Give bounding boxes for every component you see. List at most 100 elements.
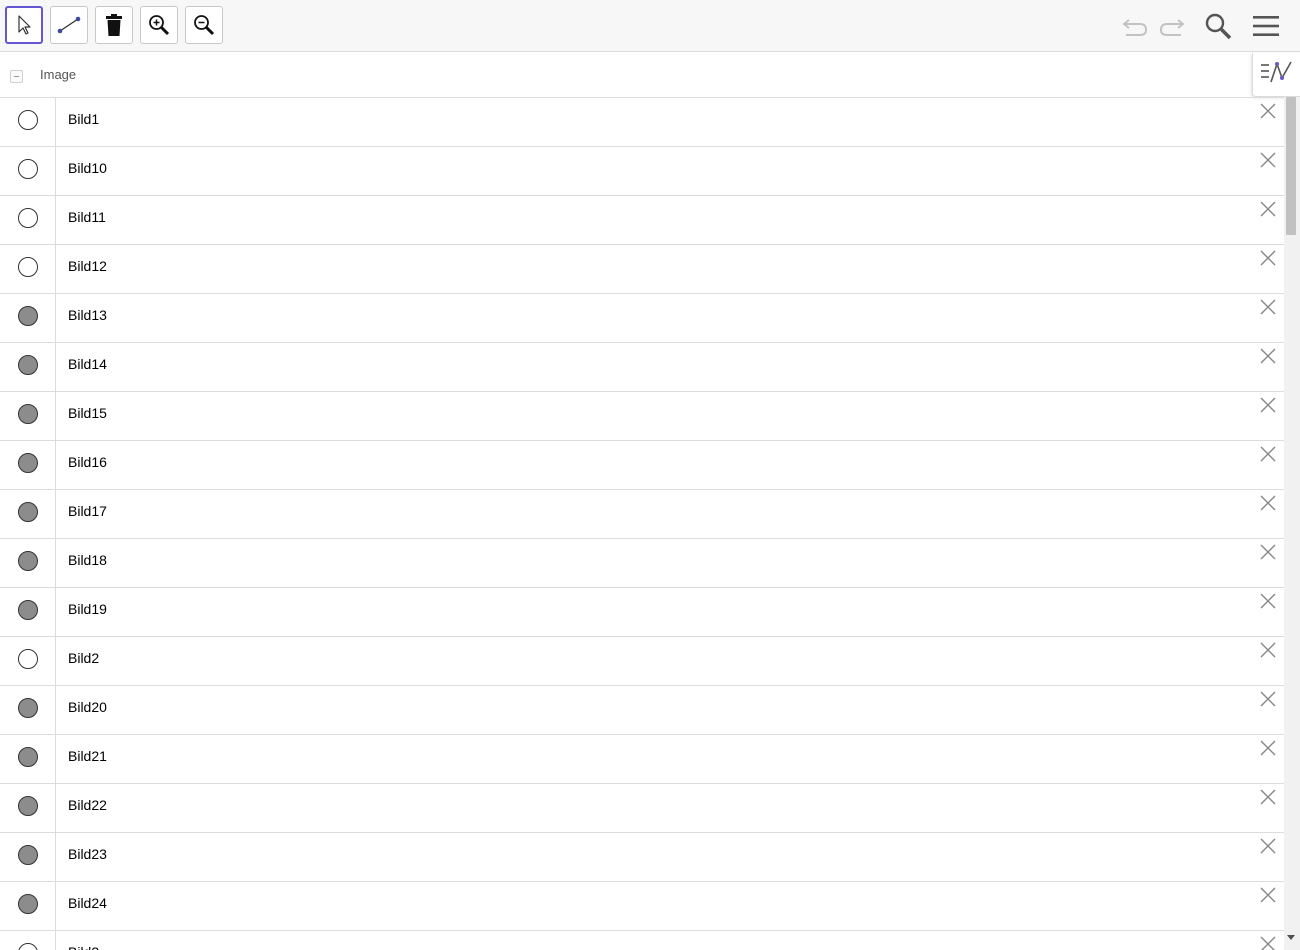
item-label[interactable]: Bild22 <box>68 797 107 813</box>
visibility-marble-icon[interactable] <box>18 502 38 522</box>
item-label[interactable]: Bild15 <box>68 405 107 421</box>
list-item[interactable]: Bild13 <box>0 294 1284 343</box>
visibility-marble-icon[interactable] <box>18 208 38 228</box>
list-item[interactable]: Bild23 <box>0 833 1284 882</box>
zoom-in-tool-button[interactable] <box>140 6 178 44</box>
visibility-marble-icon[interactable] <box>18 306 38 326</box>
list-item[interactable]: Bild15 <box>0 392 1284 441</box>
list-item[interactable]: Bild18 <box>0 539 1284 588</box>
zoom-out-tool-button[interactable] <box>185 6 223 44</box>
visibility-marble-icon[interactable] <box>18 943 38 950</box>
list-item[interactable]: Bild2 <box>0 637 1284 686</box>
item-label[interactable]: Bild24 <box>68 895 107 911</box>
visibility-toggle-area <box>0 539 56 587</box>
visibility-marble-icon[interactable] <box>18 453 38 473</box>
undo-button[interactable] <box>1117 8 1153 44</box>
delete-item-button[interactable] <box>1259 495 1277 514</box>
list-item[interactable]: Bild3 <box>0 931 1284 950</box>
close-icon <box>1259 837 1277 859</box>
scrollbar[interactable] <box>1284 97 1300 950</box>
visibility-toggle-area <box>0 245 56 293</box>
delete-item-button[interactable] <box>1259 348 1277 367</box>
item-label[interactable]: Bild16 <box>68 454 107 470</box>
item-label[interactable]: Bild19 <box>68 601 107 617</box>
search-button[interactable] <box>1200 8 1236 44</box>
delete-item-button[interactable] <box>1259 250 1277 269</box>
item-label[interactable]: Bild2 <box>68 650 99 666</box>
visibility-marble-icon[interactable] <box>18 355 38 375</box>
visibility-marble-icon[interactable] <box>18 894 38 914</box>
redo-button[interactable] <box>1154 8 1190 44</box>
close-icon <box>1259 886 1277 908</box>
item-label[interactable]: Bild1 <box>68 111 99 127</box>
visibility-toggle-area <box>0 735 56 783</box>
visibility-marble-icon[interactable] <box>18 747 38 767</box>
item-label[interactable]: Bild13 <box>68 307 107 323</box>
list-item[interactable]: Bild22 <box>0 784 1284 833</box>
item-label[interactable]: Bild14 <box>68 356 107 372</box>
visibility-toggle-area <box>0 392 56 440</box>
delete-item-button[interactable] <box>1259 152 1277 171</box>
list-item[interactable]: Bild17 <box>0 490 1284 539</box>
graphics-view-toggle[interactable] <box>1252 53 1300 97</box>
visibility-marble-icon[interactable] <box>18 796 38 816</box>
list-item[interactable]: Bild10 <box>0 147 1284 196</box>
list-item[interactable]: Bild11 <box>0 196 1284 245</box>
item-label[interactable]: Bild10 <box>68 160 107 176</box>
item-label[interactable]: Bild23 <box>68 846 107 862</box>
close-icon <box>1259 200 1277 222</box>
delete-item-button[interactable] <box>1259 886 1277 908</box>
list-item[interactable]: Bild21 <box>0 735 1284 784</box>
visibility-marble-icon[interactable] <box>18 404 38 424</box>
algebra-item-list: Bild1 Bild10 Bild11 Bild12 Bild13 Bild14 Bild1… <box>0 97 1284 950</box>
delete-item-button[interactable] <box>1259 445 1277 467</box>
close-icon <box>1259 298 1277 320</box>
item-label[interactable]: Bild12 <box>68 258 107 274</box>
visibility-toggle-area <box>0 490 56 538</box>
visibility-toggle-area <box>0 98 56 146</box>
delete-item-button[interactable] <box>1259 103 1277 122</box>
delete-item-button[interactable] <box>1259 593 1277 612</box>
close-icon <box>1259 445 1277 467</box>
list-item[interactable]: Bild16 <box>0 441 1284 490</box>
delete-item-button[interactable] <box>1259 298 1277 320</box>
visibility-marble-icon[interactable] <box>18 600 38 620</box>
segment-tool-button[interactable] <box>50 6 88 44</box>
main-menu-button[interactable] <box>1248 8 1284 44</box>
collapse-toggle[interactable] <box>10 70 23 83</box>
delete-item-button[interactable] <box>1259 397 1277 416</box>
move-tool-button[interactable] <box>5 6 43 44</box>
visibility-marble-icon[interactable] <box>18 159 38 179</box>
delete-item-button[interactable] <box>1259 544 1277 563</box>
scrollbar-thumb[interactable] <box>1286 97 1296 235</box>
visibility-marble-icon[interactable] <box>18 845 38 865</box>
list-item[interactable]: Bild20 <box>0 686 1284 735</box>
list-item[interactable]: Bild19 <box>0 588 1284 637</box>
visibility-marble-icon[interactable] <box>18 257 38 277</box>
visibility-toggle-area <box>0 588 56 636</box>
visibility-marble-icon[interactable] <box>18 698 38 718</box>
item-label[interactable]: Bild21 <box>68 748 107 764</box>
close-icon <box>1259 788 1277 810</box>
scroll-down-arrow-icon[interactable] <box>1287 935 1295 940</box>
item-label[interactable]: Bild17 <box>68 503 107 519</box>
item-label[interactable]: Bild20 <box>68 699 107 715</box>
list-item[interactable]: Bild12 <box>0 245 1284 294</box>
list-item[interactable]: Bild1 <box>0 98 1284 147</box>
delete-tool-button[interactable] <box>95 6 133 44</box>
delete-item-button[interactable] <box>1259 936 1277 950</box>
delete-item-button[interactable] <box>1259 642 1277 661</box>
visibility-marble-icon[interactable] <box>18 110 38 130</box>
delete-item-button[interactable] <box>1259 200 1277 222</box>
delete-item-button[interactable] <box>1259 740 1277 759</box>
list-item[interactable]: Bild14 <box>0 343 1284 392</box>
visibility-marble-icon[interactable] <box>18 551 38 571</box>
delete-item-button[interactable] <box>1259 788 1277 810</box>
visibility-marble-icon[interactable] <box>18 649 38 669</box>
delete-item-button[interactable] <box>1259 691 1277 710</box>
item-label[interactable]: Bild3 <box>68 944 99 950</box>
item-label[interactable]: Bild11 <box>68 209 106 225</box>
item-label[interactable]: Bild18 <box>68 552 107 568</box>
list-item[interactable]: Bild24 <box>0 882 1284 931</box>
delete-item-button[interactable] <box>1259 837 1277 859</box>
